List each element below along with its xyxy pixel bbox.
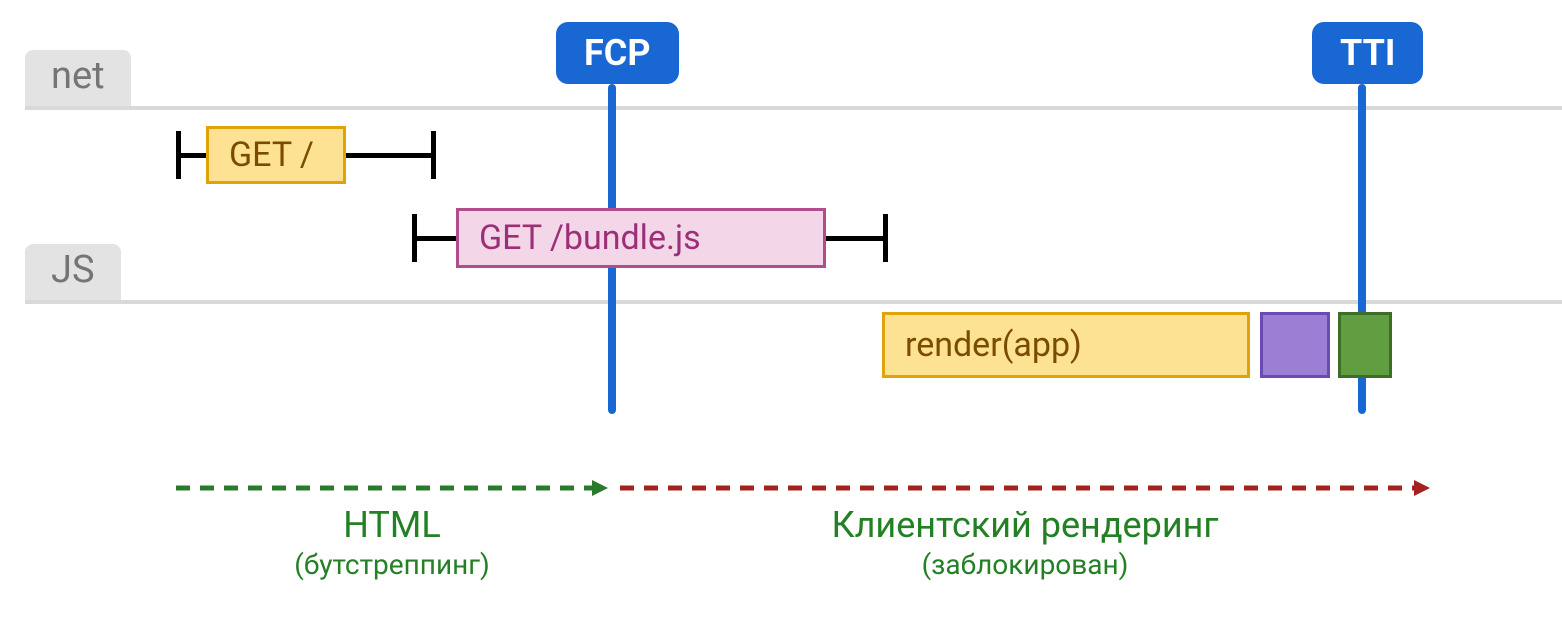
block-label: GET / <box>229 135 314 175</box>
whisker-cap-get-root-end <box>431 131 436 179</box>
block-get-bundle: GET /bundle.js <box>456 208 826 268</box>
phase-title-html: HTML <box>176 504 608 546</box>
phase-arrow-html <box>176 478 608 498</box>
phase-arrow-client <box>620 478 1430 498</box>
timeline-diagram: net JS FCP TTI GET / GET /bundle.js rend… <box>0 0 1562 628</box>
phase-subtitle-client: (заблокирован) <box>620 548 1430 581</box>
block-js-green <box>1338 312 1392 378</box>
phase-subtitle-html: (бутстреппинг) <box>176 548 608 581</box>
marker-tab-tti: TTI <box>1312 22 1423 84</box>
whisker-cap-get-bundle-start <box>412 214 417 262</box>
marker-tab-fcp: FCP <box>556 22 679 84</box>
block-render-app: render(app) <box>882 312 1250 378</box>
whisker-cap-get-bundle-end <box>883 214 888 262</box>
lane-divider-js <box>25 300 1562 304</box>
lane-divider-net <box>25 106 1562 110</box>
whisker-cap-get-root-start <box>176 131 181 179</box>
block-get-root: GET / <box>206 126 346 184</box>
block-js-purple <box>1260 312 1330 378</box>
block-label: render(app) <box>905 325 1082 365</box>
block-label: GET /bundle.js <box>479 218 701 258</box>
phase-title-client: Клиентский рендеринг <box>620 504 1430 546</box>
lane-label-js: JS <box>25 244 121 302</box>
lane-label-net: net <box>25 50 131 108</box>
